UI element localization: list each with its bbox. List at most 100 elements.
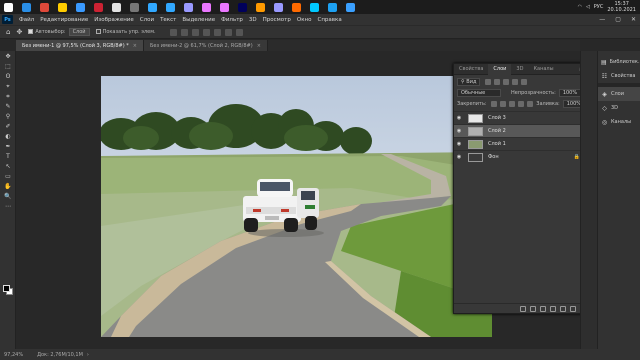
show-transform-checkbox[interactable]: Показать упр. элем. bbox=[95, 29, 156, 35]
tool-icon[interactable]: ◐ bbox=[4, 133, 12, 141]
menu-item[interactable]: Редактирование bbox=[40, 17, 88, 23]
opacity-field[interactable]: 100% bbox=[558, 88, 582, 97]
layer-row[interactable]: ◉ Слой 1 bbox=[454, 137, 588, 150]
taskbar-app-icon[interactable] bbox=[76, 2, 85, 12]
taskbar-app-icon[interactable] bbox=[130, 2, 139, 12]
visibility-eye-icon[interactable]: ◉ bbox=[454, 141, 464, 147]
tool-icon[interactable]: ✋ bbox=[4, 183, 12, 191]
visibility-eye-icon[interactable]: ◉ bbox=[454, 154, 464, 160]
filter-adjustment-icon[interactable] bbox=[494, 78, 501, 85]
menu-item[interactable]: Текст bbox=[160, 17, 176, 23]
status-chevron-icon[interactable]: › bbox=[87, 352, 89, 358]
tool-icon[interactable]: ʘ bbox=[4, 73, 12, 81]
volume-icon[interactable]: ◁ bbox=[586, 4, 590, 10]
taskbar-app-icon[interactable] bbox=[346, 2, 355, 12]
taskbar-app-icon[interactable] bbox=[220, 2, 229, 12]
dock-item[interactable]: ◇ 3D bbox=[598, 101, 640, 115]
menu-item[interactable]: Окно bbox=[297, 17, 312, 23]
new-layer-icon[interactable] bbox=[570, 305, 576, 312]
zoom-level[interactable]: 97,24% bbox=[4, 352, 23, 358]
wifi-icon[interactable]: ◠ bbox=[578, 4, 582, 10]
taskbar-app-icon[interactable] bbox=[310, 2, 319, 12]
minimize-icon[interactable]: — bbox=[599, 16, 605, 23]
document-canvas[interactable] bbox=[101, 76, 492, 337]
layer-row[interactable]: ◉ Фон 🔒 bbox=[454, 150, 588, 163]
tool-icon[interactable]: ✐ bbox=[4, 123, 12, 131]
taskbar-app-icon[interactable] bbox=[184, 2, 193, 12]
panel-tab[interactable]: Свойства bbox=[454, 64, 488, 75]
windows-start-icon[interactable] bbox=[4, 2, 13, 12]
layer-row[interactable]: ◉ Слой 3 bbox=[454, 111, 588, 124]
align-center-button[interactable] bbox=[180, 28, 188, 36]
tool-icon[interactable]: ✎ bbox=[4, 103, 12, 111]
visibility-eye-icon[interactable]: ◉ bbox=[454, 115, 464, 121]
tab-document-1[interactable]: Без имени-1 @ 97,5% (Слой 3, RGB/8#) * × bbox=[16, 40, 144, 51]
lock-transparent-icon[interactable] bbox=[490, 100, 497, 107]
taskbar-app-icon[interactable] bbox=[256, 2, 265, 12]
filter-shape-icon[interactable] bbox=[512, 78, 519, 85]
tool-icon[interactable]: ⌗ bbox=[4, 93, 12, 101]
tool-icon[interactable]: ⌖ bbox=[4, 83, 12, 91]
tool-icon[interactable]: 🔍 bbox=[4, 193, 12, 201]
language-indicator[interactable]: РУС bbox=[594, 4, 604, 10]
new-group-icon[interactable] bbox=[560, 305, 566, 312]
lock-artboard-icon[interactable] bbox=[517, 100, 524, 107]
taskbar-app-icon[interactable] bbox=[148, 2, 157, 12]
tool-icon[interactable]: ⬚ bbox=[4, 63, 12, 71]
align-bottom-button[interactable] bbox=[224, 28, 232, 36]
panel-tab[interactable]: 3D bbox=[511, 64, 528, 75]
taskbar-app-icon[interactable] bbox=[40, 2, 49, 12]
blend-mode-dropdown[interactable]: Обычные bbox=[457, 88, 501, 97]
lock-all-icon[interactable] bbox=[526, 100, 533, 107]
tool-icon[interactable]: ▭ bbox=[4, 173, 12, 181]
more-options-button[interactable] bbox=[235, 28, 243, 36]
menu-item[interactable]: Фильтр bbox=[221, 17, 243, 23]
foreground-color-swatch[interactable] bbox=[3, 285, 10, 292]
lock-image-icon[interactable] bbox=[499, 100, 506, 107]
clock[interactable]: 15:37 20.10.2021 bbox=[607, 1, 636, 13]
menu-item[interactable]: Изображение bbox=[94, 17, 134, 23]
close-tab-icon[interactable]: × bbox=[257, 43, 261, 49]
taskbar-app-icon[interactable] bbox=[22, 2, 31, 12]
filter-text-icon[interactable] bbox=[503, 78, 510, 85]
dock-item[interactable]: ◎ Каналы bbox=[598, 115, 640, 129]
taskbar-app-icon[interactable] bbox=[202, 2, 211, 12]
menu-item[interactable]: Справка bbox=[317, 17, 341, 23]
taskbar-app-icon[interactable] bbox=[238, 2, 247, 12]
tool-icon[interactable]: T bbox=[4, 153, 12, 161]
layer-style-icon[interactable] bbox=[530, 305, 536, 312]
home-icon[interactable]: ⌂ bbox=[6, 28, 10, 36]
filter-smart-icon[interactable] bbox=[521, 78, 528, 85]
add-mask-icon[interactable] bbox=[540, 305, 546, 312]
align-right-button[interactable] bbox=[191, 28, 199, 36]
tool-icon[interactable]: ⚲ bbox=[4, 113, 12, 121]
panel-tab[interactable]: Каналы bbox=[528, 64, 558, 75]
taskbar-app-icon[interactable] bbox=[274, 2, 283, 12]
autoselect-checkbox[interactable]: Автовыбор: bbox=[28, 29, 66, 35]
align-middle-button[interactable] bbox=[213, 28, 221, 36]
align-top-button[interactable] bbox=[202, 28, 210, 36]
panel-tab[interactable]: Слои bbox=[488, 63, 512, 75]
autoselect-dropdown[interactable]: Слой bbox=[68, 28, 90, 36]
tool-icon[interactable]: ↖ bbox=[4, 163, 12, 171]
menu-item[interactable]: Слои bbox=[140, 17, 154, 23]
taskbar-app-icon[interactable] bbox=[292, 2, 301, 12]
taskbar-app-icon[interactable] bbox=[328, 2, 337, 12]
dock-item[interactable]: ▤ Библиотек... bbox=[598, 55, 640, 69]
close-tab-icon[interactable]: × bbox=[133, 43, 137, 49]
adjustment-layer-icon[interactable] bbox=[550, 305, 556, 312]
visibility-eye-icon[interactable]: ◉ bbox=[454, 128, 464, 134]
close-icon[interactable]: ✕ bbox=[631, 16, 636, 23]
align-left-button[interactable] bbox=[169, 28, 177, 36]
layer-filter-dropdown[interactable]: ⚲ Вид bbox=[457, 77, 481, 86]
dock-item[interactable]: ☷ Свойства bbox=[598, 69, 640, 83]
menu-item[interactable]: 3D bbox=[249, 17, 257, 23]
tab-document-2[interactable]: Без имени-2 @ 61,7% (Слой 2, RGB/8#) × bbox=[143, 40, 268, 51]
dock-item[interactable]: ◈ Слои bbox=[598, 87, 640, 101]
taskbar-app-icon[interactable] bbox=[166, 2, 175, 12]
menu-item[interactable]: Файл bbox=[19, 17, 34, 23]
tool-icon[interactable]: ⋯ bbox=[4, 203, 12, 211]
taskbar-app-icon[interactable] bbox=[112, 2, 121, 12]
taskbar-app-icon[interactable] bbox=[94, 2, 103, 12]
tool-icon[interactable]: ✒ bbox=[4, 143, 12, 151]
